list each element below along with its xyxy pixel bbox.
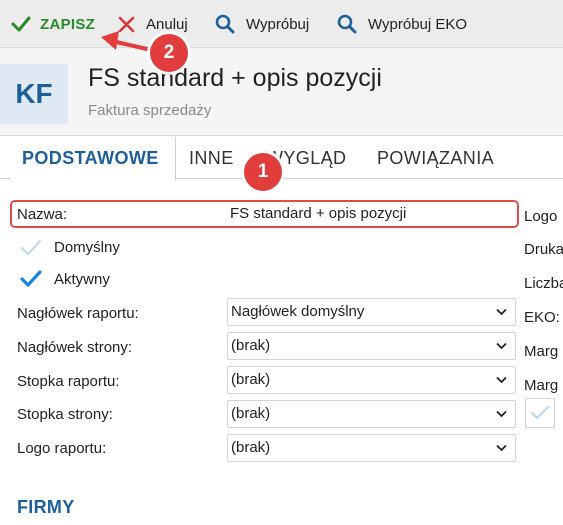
try-eko-button[interactable]: Wypróbuj EKO: [336, 13, 467, 35]
active-checkbox-label: Aktywny: [54, 271, 110, 288]
report-footer-value: (brak): [231, 371, 271, 388]
default-checkbox[interactable]: [18, 235, 44, 261]
chevron-down-icon: [496, 308, 507, 316]
close-icon: [118, 16, 135, 33]
checkmark-icon: [11, 16, 31, 32]
report-header-select[interactable]: Nagłówek domyślny: [227, 298, 516, 326]
page-footer-label: Stopka strony:: [17, 406, 113, 423]
tab-powiazania[interactable]: POWIĄZANIA: [377, 137, 494, 179]
right-margin-label-2: Marg: [524, 377, 559, 394]
tab-inne[interactable]: INNE: [189, 137, 234, 179]
page-header-value: (brak): [231, 337, 271, 354]
page-footer-value: (brak): [231, 405, 271, 422]
try-eko-button-label: Wypróbuj EKO: [368, 15, 468, 33]
annotation-marker-1: 1: [244, 153, 282, 191]
name-input[interactable]: FS standard + opis pozycji: [227, 202, 515, 226]
report-logo-label: Logo raportu:: [17, 440, 107, 457]
report-logo-select[interactable]: (brak): [227, 434, 516, 462]
tab-podstawowe[interactable]: PODSTAWOWE: [10, 137, 176, 180]
default-checkbox-label: Domyślny: [54, 239, 120, 256]
active-checkbox[interactable]: [18, 266, 44, 292]
chevron-down-icon: [496, 410, 507, 418]
right-checkbox[interactable]: [525, 398, 555, 428]
page-footer-select[interactable]: (brak): [227, 400, 516, 428]
try-button[interactable]: Wypróbuj: [214, 13, 309, 35]
report-header-label: Nagłówek raportu:: [17, 305, 139, 322]
section-firms-heading: FIRMY: [17, 497, 75, 517]
save-button-label: ZAPISZ: [40, 15, 96, 33]
right-margin-label: Marg: [524, 343, 559, 360]
chevron-down-icon: [496, 376, 507, 384]
search-icon: [215, 14, 235, 34]
page-subtitle: Faktura sprzedaży: [88, 102, 212, 119]
document-type-badge: KF: [0, 64, 68, 124]
report-footer-select[interactable]: (brak): [227, 366, 516, 394]
cancel-button[interactable]: Anuluj: [118, 13, 188, 35]
toolbar: ZAPISZ Anuluj Wypróbuj Wypróbuj EKO: [0, 0, 563, 48]
page-header-label: Nagłówek strony:: [17, 339, 133, 356]
checkmark-icon: [531, 406, 549, 419]
try-button-label: Wypróbuj: [246, 15, 310, 33]
report-footer-label: Stopka raportu:: [17, 373, 120, 390]
chevron-down-icon: [496, 444, 507, 452]
cancel-button-label: Anuluj: [146, 15, 188, 33]
search-icon: [337, 14, 357, 34]
chevron-down-icon: [496, 342, 507, 350]
page-title: FS standard + opis pozycji: [88, 64, 382, 92]
annotation-marker-2: 2: [150, 34, 188, 72]
right-print-label: Druka: [524, 241, 563, 258]
right-logo-label: Logo: [524, 208, 558, 225]
save-button[interactable]: ZAPISZ: [10, 13, 95, 35]
name-label: Nazwa:: [17, 206, 68, 223]
right-count-label: Liczba: [524, 275, 563, 292]
report-header-value: Nagłówek domyślny: [231, 303, 365, 320]
right-eko-label: EKO:: [524, 309, 560, 326]
page-header-select[interactable]: (brak): [227, 332, 516, 360]
document-header: KF FS standard + opis pozycji Faktura sp…: [0, 48, 563, 136]
report-logo-value: (brak): [231, 439, 271, 456]
